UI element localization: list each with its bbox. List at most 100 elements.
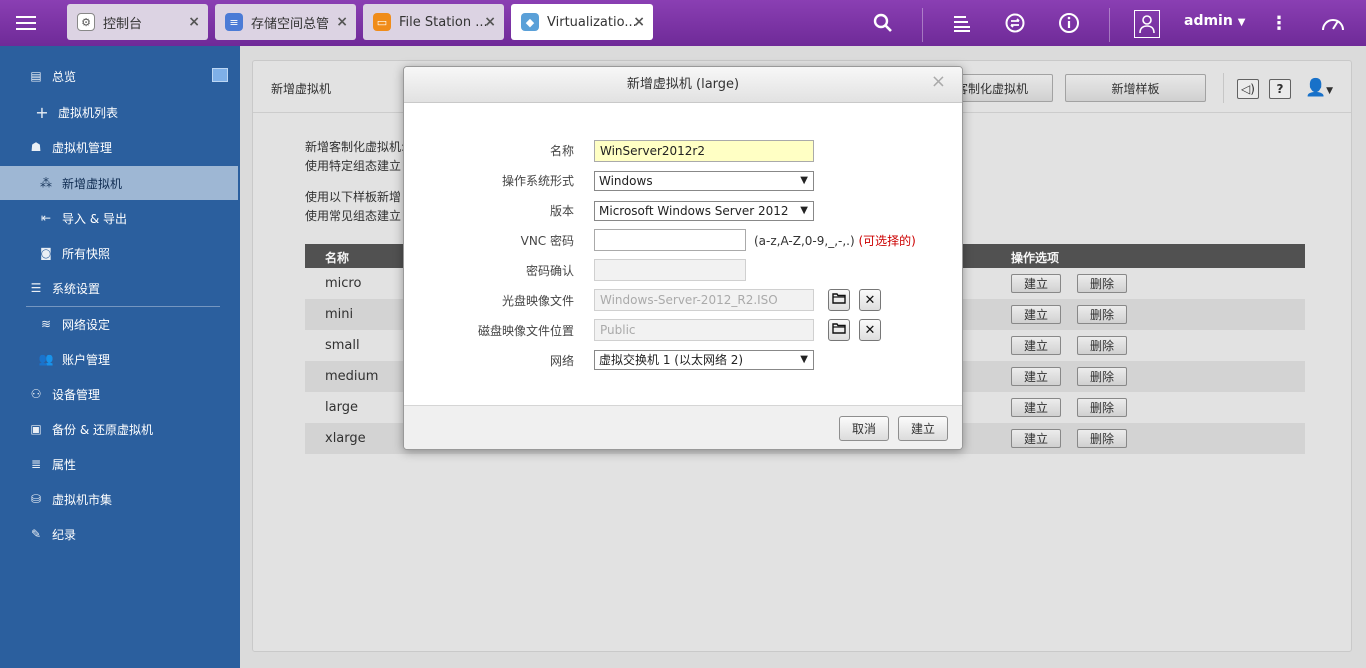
cancel-button[interactable]: 取消 (839, 416, 889, 441)
clear-disk-button[interactable]: ✕ (859, 319, 881, 341)
app-tab-virtualization[interactable]: ◆ Virtualizatio... × (511, 4, 653, 40)
allowed-characters: (a-z,A-Z,0-9,_,-,.) (754, 234, 855, 248)
info-icon[interactable] (1056, 10, 1082, 36)
vnc-password-input[interactable] (594, 229, 746, 251)
button-label: 取消 (851, 422, 876, 436)
sliders-icon: ☰ (30, 281, 42, 295)
close-icon[interactable]: × (633, 14, 645, 30)
hamburger-icon (16, 22, 36, 24)
sidebar-item-label: 导入 & 导出 (62, 211, 127, 226)
properties-icon: ≣ (30, 457, 42, 471)
version-select[interactable]: Microsoft Windows Server 2012 ▼ (594, 201, 814, 221)
sidebar-item-vm-management[interactable]: ☗ 虚拟机管理 (0, 130, 238, 164)
os-label: 操作系统形式 (501, 174, 574, 188)
log-icon: ✎ (30, 527, 42, 541)
sidebar-item-vm-list[interactable]: + 虚拟机列表 (0, 95, 238, 129)
vnc-password-hint: (a-z,A-Z,0-9,_,-,.) (可选择的) (754, 232, 916, 249)
sidebar-item-account-management[interactable]: 👥 账户管理 (0, 342, 238, 376)
backup-icon: ▣ (30, 422, 42, 436)
dashboard-gauge-icon[interactable] (1320, 10, 1346, 36)
sidebar-item-overview[interactable]: ▤ 总览 (0, 59, 238, 93)
vnc-password-label: VNC 密码 (520, 234, 574, 248)
users-icon: 👥 (38, 352, 54, 366)
name-label: 名称 (549, 144, 574, 158)
folder-icon: ▭ (373, 13, 391, 31)
app-tab-control-panel[interactable]: ⚙ 控制台 × (67, 4, 208, 40)
dialog-footer: 取消 建立 (404, 405, 962, 449)
sidebar-item-label: 所有快照 (62, 246, 111, 261)
version-label: 版本 (549, 204, 574, 218)
close-icon[interactable]: × (336, 14, 348, 30)
sidebar-item-network-settings[interactable]: ≋ 网络设定 (0, 307, 238, 341)
sidebar-item-label: 纪录 (52, 527, 77, 542)
device-icon: ⚇ (30, 387, 42, 401)
selected-value: 虚拟交换机 1 (以太网络 2) (599, 353, 744, 367)
app-tab-file-station[interactable]: ▭ File Station ... × (363, 4, 504, 40)
close-icon[interactable]: × (484, 14, 496, 30)
confirm-password-input[interactable] (594, 259, 746, 281)
search-icon[interactable] (870, 10, 896, 36)
button-label: 建立 (910, 422, 935, 436)
sidebar-item-add-vm[interactable]: ⁂ 新增虚拟机 (0, 166, 238, 200)
folder-icon (832, 292, 846, 308)
separator (922, 8, 923, 42)
os-select[interactable]: Windows ▼ (594, 171, 814, 191)
sidebar-item-snapshots[interactable]: ◙ 所有快照 (0, 236, 238, 270)
sync-icon[interactable] (1002, 10, 1028, 36)
folder-icon (832, 322, 846, 338)
app-tab-label: 控制台 (103, 16, 143, 32)
gear-icon: ⚙ (77, 13, 95, 31)
selected-value: Windows (599, 174, 653, 188)
sidebar-item-vm-market[interactable]: ⛁ 虚拟机市集 (0, 482, 238, 516)
username: admin (1184, 13, 1233, 29)
selected-value: Microsoft Windows Server 2012 (599, 204, 789, 218)
app-tab-label: Virtualizatio... (547, 14, 637, 30)
sidebar-item-import-export[interactable]: ⇤ 导入 & 导出 (0, 201, 238, 235)
user-menu[interactable]: admin ▼ (1184, 13, 1245, 29)
confirm-password-label: 密码确认 (525, 264, 574, 278)
sidebar-item-backup-restore[interactable]: ▣ 备份 & 还原虚拟机 (0, 412, 238, 446)
avatar[interactable] (1134, 10, 1160, 38)
iso-input[interactable]: Windows-Server-2012_R2.ISO (594, 289, 814, 311)
sidebar-item-label: 账户管理 (62, 352, 111, 367)
sidebar-item-label: 虚拟机市集 (52, 492, 113, 507)
sidebar-item-label: 虚拟机列表 (58, 105, 119, 120)
vm-management-icon: ☗ (30, 140, 42, 154)
sidebar-item-label: 系统设置 (52, 281, 101, 296)
add-vm-dialog: 新增虚拟机 (large) × 名称 WinServer2012r2 操作系统形… (403, 66, 963, 450)
disk-location-input[interactable]: Public (594, 319, 814, 341)
iso-label: 光盘映像文件 (501, 294, 574, 308)
import-icon: ⇤ (40, 211, 52, 225)
browse-iso-button[interactable] (828, 289, 850, 311)
sidebar-item-device-management[interactable]: ⚇ 设备管理 (0, 377, 238, 411)
stack-icon[interactable] (949, 10, 975, 36)
close-icon: ✕ (864, 292, 876, 308)
dialog-title: 新增虚拟机 (large) (404, 67, 962, 103)
browse-disk-button[interactable] (828, 319, 850, 341)
cube-icon: ◆ (521, 13, 539, 31)
dropdown-arrow-icon: ▼ (800, 205, 808, 216)
create-vm-button[interactable]: 建立 (898, 416, 948, 441)
app-tab-storage[interactable]: ≡ 存储空间总管 × (215, 4, 356, 40)
sidebar-item-properties[interactable]: ≣ 属性 (0, 447, 238, 481)
clear-iso-button[interactable]: ✕ (859, 289, 881, 311)
top-bar: ⚙ 控制台 × ≡ 存储空间总管 × ▭ File Station ... × … (0, 0, 1366, 46)
optional-note: (可选择的) (858, 234, 916, 248)
network-label: 网络 (549, 354, 574, 368)
name-input[interactable]: WinServer2012r2 (594, 140, 814, 162)
close-icon[interactable]: × (931, 71, 946, 92)
dropdown-arrow-icon: ▼ (800, 175, 808, 186)
network-select[interactable]: 虚拟交换机 1 (以太网络 2) ▼ (594, 350, 814, 370)
more-icon[interactable]: ⋮ (1266, 10, 1292, 36)
database-icon: ≡ (225, 13, 243, 31)
dropdown-arrow-icon: ▼ (800, 354, 808, 365)
add-vm-icon: ⁂ (40, 176, 52, 190)
main-menu-button[interactable] (0, 0, 52, 46)
sidebar-item-system-settings[interactable]: ☰ 系统设置 (0, 271, 238, 305)
plus-icon: + (35, 102, 49, 122)
sidebar-item-logs[interactable]: ✎ 纪录 (0, 517, 238, 551)
panel-layout-icon[interactable] (212, 68, 228, 82)
camera-icon: ◙ (40, 246, 52, 260)
close-icon[interactable]: × (188, 14, 200, 30)
sidebar-item-label: 网络设定 (62, 317, 111, 332)
